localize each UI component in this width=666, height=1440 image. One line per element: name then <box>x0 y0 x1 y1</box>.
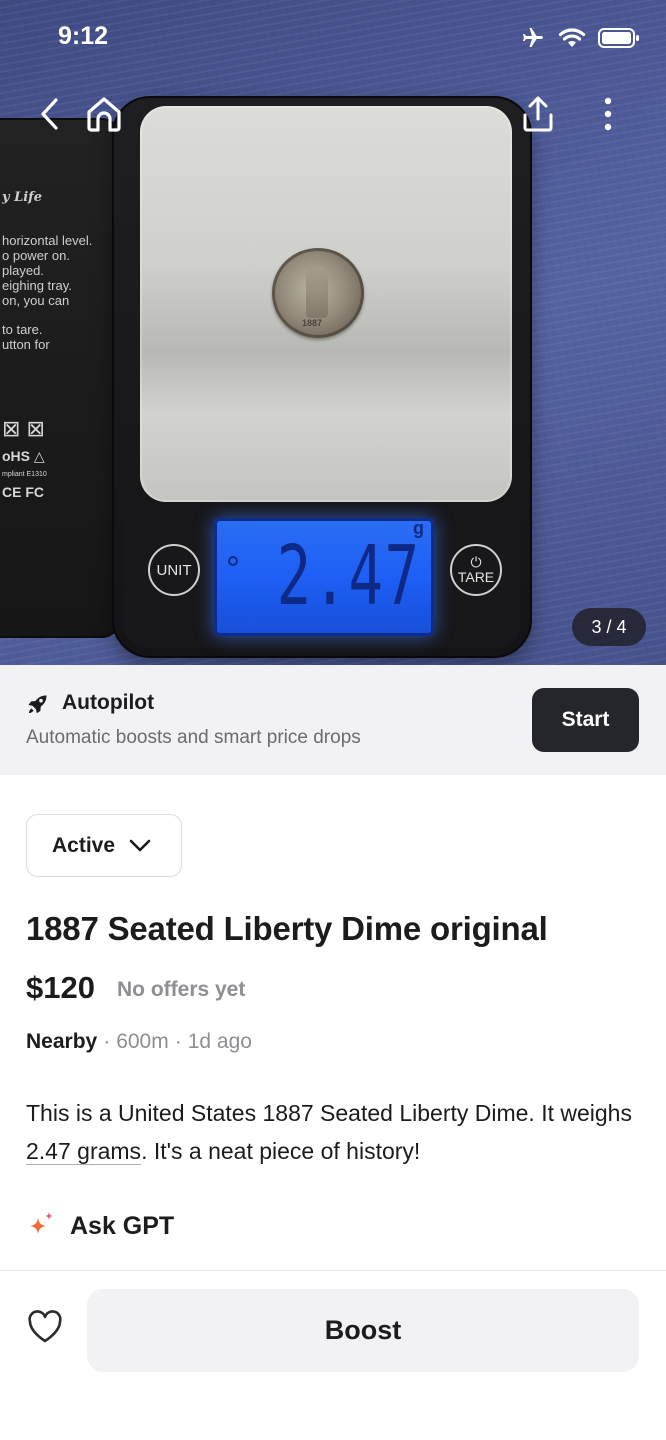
ce-fc-mark: CE FC <box>2 484 44 500</box>
lcd-stable-indicator <box>228 556 238 566</box>
separator-dot: · <box>103 1030 111 1053</box>
description-highlight-link[interactable]: 2.47 grams <box>26 1138 142 1165</box>
scale-display-panel: UNIT g 2.47 ⏻ TARE <box>124 508 520 648</box>
lcd-reading: 2.47 <box>276 529 420 624</box>
sparkle-icon <box>30 1212 53 1234</box>
home-button[interactable] <box>82 92 126 136</box>
listing-price: $120 <box>26 970 95 1005</box>
chevron-left-icon <box>41 98 58 130</box>
autopilot-subtitle: Automatic boosts and smart price drops <box>26 727 361 748</box>
home-icon <box>87 97 121 132</box>
offers-status: No offers yet <box>117 978 246 1001</box>
share-button[interactable] <box>516 92 560 136</box>
listing-status-value: Active <box>52 833 116 857</box>
location-label: Nearby <box>26 1030 98 1053</box>
status-icons <box>520 26 640 50</box>
posted-time: 1d ago <box>187 1030 252 1053</box>
battery-icon <box>598 28 639 48</box>
scale-lcd: g 2.47 <box>214 518 434 636</box>
scale-unit-button: UNIT <box>148 544 200 596</box>
manual-line: utton for <box>2 337 50 352</box>
photo-counter: 3 / 4 <box>572 608 646 646</box>
listing-status-dropdown[interactable]: Active <box>26 814 182 877</box>
compliant-mark: mpliant E1310 <box>2 471 47 478</box>
coin-figure <box>306 266 328 318</box>
coin-year: 1887 <box>302 318 323 328</box>
boost-button[interactable]: Boost <box>87 1289 639 1372</box>
distance-label: 600m <box>116 1030 169 1053</box>
ask-gpt-button[interactable]: Ask GPT <box>26 1210 174 1242</box>
more-button[interactable] <box>586 92 630 136</box>
digital-scale: 1887 UNIT g 2.47 ⏻ TARE <box>112 96 532 658</box>
description-text: This is a United States 1887 Seated Libe… <box>26 1100 632 1126</box>
description-text-end: . It's a neat piece of history! <box>141 1138 421 1164</box>
wifi-icon <box>558 28 586 47</box>
manual-line: horizontal level. <box>2 233 93 248</box>
rohs-mark: oHS △ <box>2 448 45 464</box>
share-icon <box>523 96 553 132</box>
manual-line: o power on. <box>2 248 70 263</box>
scale-manual-card: y Life horizontal level. o power on. pla… <box>0 118 120 638</box>
more-vertical-icon <box>604 97 612 131</box>
status-time: 9:12 <box>58 22 109 50</box>
listing-photo[interactable]: y Life horizontal level. o power on. pla… <box>0 0 666 665</box>
power-icon: ⏻ <box>470 554 482 570</box>
manual-marks: ⊠ ⊠ oHS △ mpliant E1310 CE FC <box>2 416 47 506</box>
autopilot-title: Autopilot <box>62 691 155 714</box>
back-button[interactable] <box>28 92 72 136</box>
manual-text: y Life horizontal level. o power on. pla… <box>2 190 92 352</box>
manual-brand: y Life <box>2 190 43 205</box>
autopilot-banner: Autopilot Automatic boosts and smart pri… <box>0 665 666 775</box>
heart-icon <box>28 1310 62 1343</box>
listing-title: 1887 Seated Liberty Dime original <box>26 910 548 947</box>
favorite-button[interactable] <box>26 1308 64 1346</box>
scale-tare-button: ⏻ TARE <box>450 544 502 596</box>
chevron-down-icon <box>129 839 151 851</box>
scale-plate: 1887 <box>140 106 512 502</box>
manual-line: to tare. <box>2 322 43 337</box>
autopilot-start-button[interactable]: Start <box>532 688 639 752</box>
ask-gpt-label: Ask GPT <box>70 1211 175 1240</box>
manual-line: eighing tray. <box>2 278 72 293</box>
listing-description: This is a United States 1887 Seated Libe… <box>26 1094 646 1170</box>
separator-dot: · <box>174 1030 182 1053</box>
coin: 1887 <box>272 248 364 338</box>
weee-bin-icon: ⊠ ⊠ <box>2 416 45 441</box>
airplane-icon <box>523 28 543 47</box>
rocket-icon <box>28 695 47 714</box>
tare-label: TARE <box>457 569 495 585</box>
manual-line: on, you can <box>2 293 70 308</box>
manual-line: played. <box>2 263 44 278</box>
listing-meta: Nearby · 600m · 1d ago <box>26 1030 252 1054</box>
bottom-divider <box>0 1270 666 1271</box>
